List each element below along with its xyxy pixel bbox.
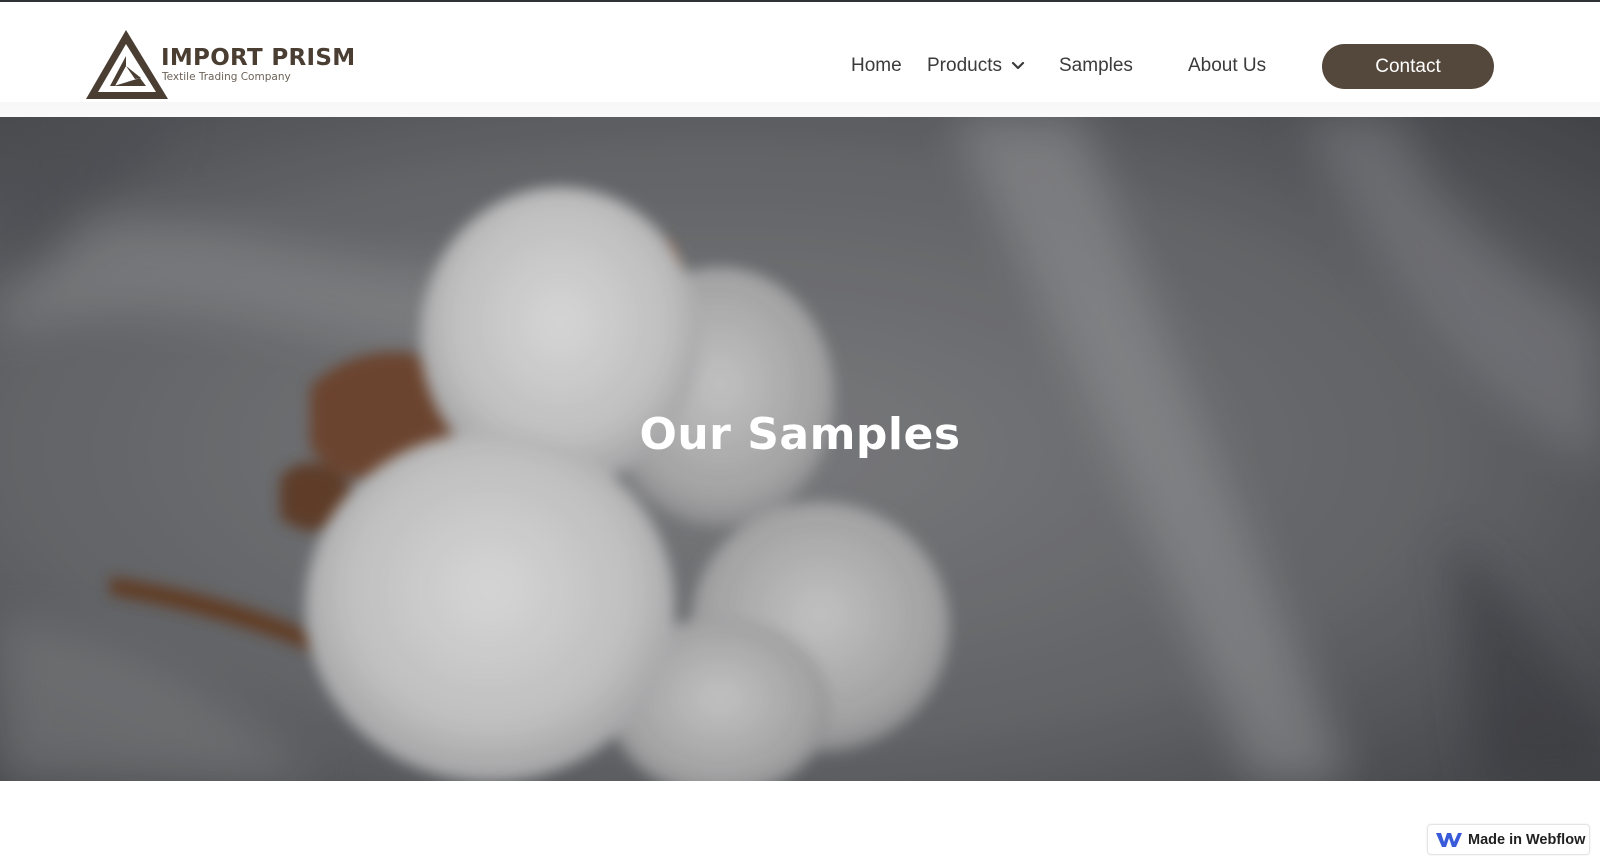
header-divider [0,102,1600,117]
prism-logo-icon [86,30,168,99]
badge-label: Made in Webflow [1468,831,1586,848]
made-in-webflow-badge[interactable]: Made in Webflow [1427,824,1590,855]
hero-banner: Our Samples [0,117,1600,781]
hero-title: Our Samples [639,409,961,460]
nav-about-link[interactable]: About Us [1188,44,1266,88]
brand-tagline: Textile Trading Company [162,71,291,83]
brand-logo[interactable]: IMPORT PRISM Textile Trading Company [86,30,355,102]
chevron-down-icon [1011,61,1025,70]
brand-wordmark: IMPORT PRISM Textile Trading Company [161,46,355,84]
brand-name: IMPORT PRISM [161,45,356,71]
nav-products-dropdown[interactable]: Products [927,44,1025,88]
nav-samples-link[interactable]: Samples [1059,44,1133,88]
contact-button[interactable]: Contact [1322,44,1494,89]
webflow-logo-icon [1436,833,1462,847]
nav-home-link[interactable]: Home [851,44,902,88]
nav-products-label: Products [927,55,1002,76]
